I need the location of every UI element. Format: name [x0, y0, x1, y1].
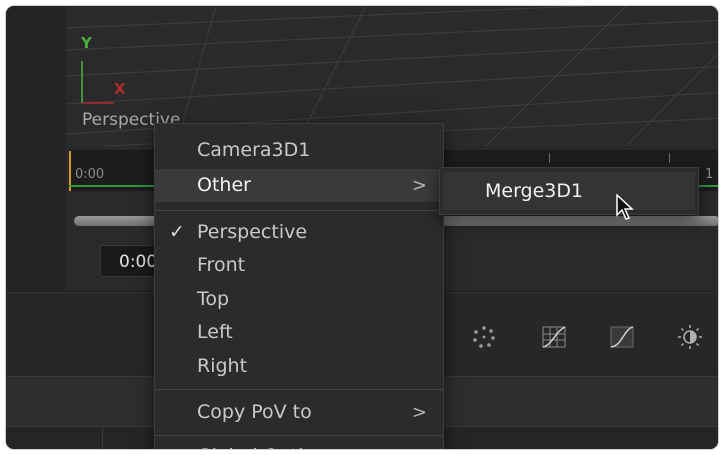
menu-item-label: Perspective: [197, 221, 308, 243]
menu-item-label: Top: [197, 288, 230, 310]
timeline-end-label: 1: [705, 167, 714, 182]
axis-x-label: X: [114, 80, 126, 98]
menu-item-right[interactable]: Right: [155, 350, 443, 383]
submenu-arrow-icon: >: [411, 175, 427, 196]
menu-item-label: Copy PoV to: [197, 401, 312, 423]
timeline-tick: [549, 153, 550, 163]
submenu-item-merge3d1[interactable]: Merge3D1: [443, 172, 695, 210]
submenu-arrow-icon: >: [411, 402, 427, 423]
menu-item-top[interactable]: Top: [155, 283, 443, 316]
menu-item-label: Camera3D1: [197, 139, 311, 161]
current-time-field[interactable]: 0:00: [100, 245, 160, 277]
menu-item-label: Other: [197, 174, 251, 196]
column-divider: [102, 427, 103, 449]
menu-item-global-options[interactable]: Global Options >: [155, 440, 443, 449]
submenu-arrow-icon: >: [412, 440, 427, 449]
menu-item-other[interactable]: Other >: [155, 169, 443, 202]
menu-item-copy-pov[interactable]: Copy PoV to >: [155, 396, 443, 429]
menu-item-label: Global Options: [197, 440, 337, 449]
menu-separator: [155, 389, 443, 390]
context-menu: Camera3D1 Other > ✓ Perspective Front To…: [154, 123, 444, 449]
menu-item-label: Left: [197, 321, 233, 343]
menu-item-left[interactable]: Left: [155, 316, 443, 349]
timeline-start-label: 0:00: [75, 167, 105, 182]
axis-y-label: Y: [81, 34, 92, 52]
grid-curve-icon[interactable]: [536, 319, 572, 355]
app-window: Y X Perspective 0:00 1 0:00 Camera3D1 Ot…: [6, 6, 718, 449]
left-panel: [6, 6, 67, 291]
brightness-contrast-icon[interactable]: [672, 319, 708, 355]
checkmark-icon: ✓: [169, 221, 185, 243]
mouse-cursor-icon: [616, 194, 634, 220]
menu-item-perspective[interactable]: ✓ Perspective: [155, 216, 443, 249]
menu-item-front[interactable]: Front: [155, 249, 443, 282]
menu-separator: [155, 210, 443, 211]
menu-item-camera3d1[interactable]: Camera3D1: [155, 134, 443, 167]
other-submenu: Merge3D1: [439, 167, 699, 215]
menu-item-label: Front: [197, 254, 246, 276]
particles-icon[interactable]: [466, 319, 502, 355]
submenu-item-label: Merge3D1: [485, 180, 584, 202]
curve-icon[interactable]: [604, 319, 640, 355]
menu-separator: [155, 435, 443, 436]
menu-item-label: Right: [197, 355, 248, 377]
timeline-tick: [669, 153, 670, 163]
